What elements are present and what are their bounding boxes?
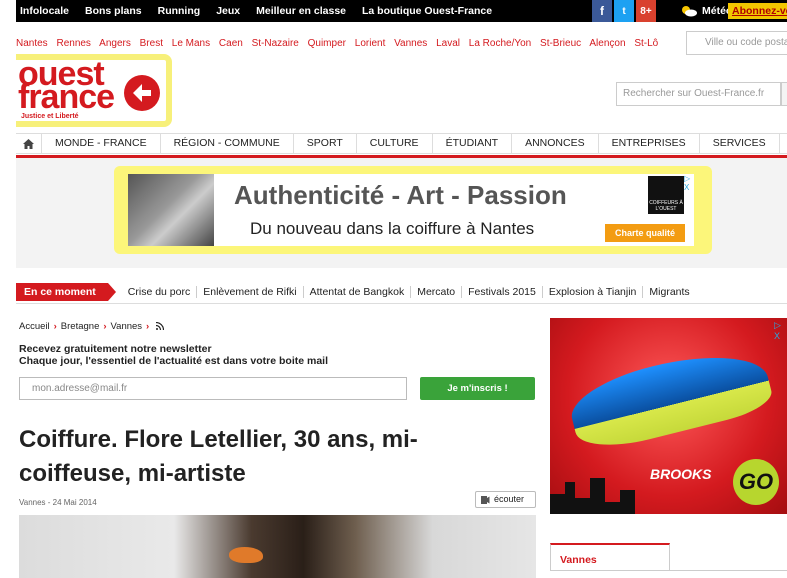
listen-label: écouter <box>494 494 525 504</box>
logo-wordmark: ouest france <box>18 57 115 116</box>
newsletter-email-input[interactable]: mon.adresse@mail.fr <box>19 377 407 400</box>
city-link[interactable]: Lorient <box>355 38 386 49</box>
city-link[interactable]: St-Nazaire <box>252 38 299 49</box>
cities-bar: Nantes Rennes Angers Brest Le Mans Caen … <box>16 38 787 52</box>
google-plus-icon[interactable]: 8+ <box>636 0 656 22</box>
city-link[interactable]: Rennes <box>56 38 90 49</box>
top-link-jeux[interactable]: Jeux <box>208 5 248 17</box>
newsletter-subheading: Chaque jour, l'essentiel de l'actualité … <box>19 355 329 367</box>
trending-label: En ce moment <box>16 283 116 301</box>
trending-topic[interactable]: Crise du porc <box>122 286 198 298</box>
sidebar-ad[interactable]: BROOKS GO ▷ X <box>550 318 787 514</box>
sidebar-tab-rule <box>670 570 787 571</box>
ad-headline: Authenticité - Art - Passion <box>234 180 567 210</box>
trending-topic[interactable]: Attentat de Bangkok <box>304 286 412 298</box>
article-dateline: Vannes - 24 Mai 2014 <box>19 498 97 507</box>
breadcrumb-vannes[interactable]: Vannes <box>111 321 143 332</box>
shoe-image <box>564 339 776 457</box>
city-link[interactable]: Vannes <box>394 38 427 49</box>
article-title: Coiffure. Flore Letellier, 30 ans, mi-co… <box>19 426 418 487</box>
breadcrumb-accueil[interactable]: Accueil <box>19 321 50 332</box>
chevron-right-icon: › <box>53 321 57 332</box>
article-photo <box>19 515 536 578</box>
top-link-meilleur-en-classe[interactable]: Meilleur en classe <box>248 5 354 17</box>
newsletter-heading: Recevez gratuitement notre newsletter <box>19 343 212 355</box>
nav-entreprises[interactable]: ENTREPRISES <box>599 133 700 154</box>
top-link-bons-plans[interactable]: Bons plans <box>77 5 150 17</box>
nav-culture[interactable]: CULTURE <box>357 133 433 154</box>
speaker-icon <box>481 496 490 504</box>
weather-icon <box>682 6 697 17</box>
facebook-icon[interactable]: f <box>592 0 612 22</box>
ad-go-badge: GO <box>733 459 779 505</box>
logo-line-2: france <box>18 78 115 116</box>
site-search-input[interactable]: Rechercher sur Ouest-France.fr <box>616 82 781 106</box>
ad-brand-name: BROOKS <box>650 466 712 482</box>
top-link-running[interactable]: Running <box>150 5 209 17</box>
city-silhouette <box>550 478 635 514</box>
nav-etudiant[interactable]: ÉTUDIANT <box>433 133 513 154</box>
home-icon <box>23 138 34 149</box>
city-link[interactable]: St-Lô <box>634 38 658 49</box>
trending-topic[interactable]: Enlèvement de Rifki <box>197 286 304 298</box>
chevron-right-icon: › <box>103 321 107 332</box>
city-link[interactable]: Alençon <box>589 38 625 49</box>
ad-banner-inner: Authenticité - Art - Passion Du nouveau … <box>128 174 694 246</box>
city-link[interactable]: St-Brieuc <box>540 38 581 49</box>
nav-services[interactable]: SERVICES <box>700 133 780 154</box>
main-nav: MONDE - FRANCE RÉGION - COMMUNE SPORT CU… <box>16 133 787 154</box>
ad-close-icon[interactable]: ▷ X <box>684 174 694 192</box>
top-link-infolocale[interactable]: Infolocale <box>16 5 77 17</box>
breadcrumb: Accueil › Bretagne › Vannes › <box>19 321 164 332</box>
ad-brand-badge: COIFFEURS À L'OUEST <box>648 176 684 214</box>
top-bar: Infolocale Bons plans Running Jeux Meill… <box>16 0 787 22</box>
meteo-link[interactable]: Météo <box>680 0 732 22</box>
trending-divider <box>16 303 787 304</box>
newsletter-subscribe-button[interactable]: Je m'inscris ! <box>420 377 535 400</box>
city-link[interactable]: Angers <box>99 38 131 49</box>
city-link[interactable]: Nantes <box>16 38 48 49</box>
subscribe-link[interactable]: Abonnez-vous <box>728 3 787 19</box>
city-link[interactable]: Le Mans <box>172 38 210 49</box>
trending-bar: En ce moment Crise du porc Enlèvement de… <box>16 283 787 301</box>
nav-region-commune[interactable]: RÉGION - COMMUNE <box>161 133 294 154</box>
sidebar-tab-vannes[interactable]: Vannes <box>550 543 670 571</box>
city-link[interactable]: La Roche/Yon <box>469 38 531 49</box>
nav-sport[interactable]: SPORT <box>294 133 357 154</box>
rss-icon[interactable] <box>155 321 164 331</box>
twitter-icon[interactable]: t <box>614 0 634 22</box>
city-link[interactable]: Laval <box>436 38 460 49</box>
nav-annonces[interactable]: ANNONCES <box>512 133 599 154</box>
city-link[interactable]: Brest <box>140 38 163 49</box>
browser-viewport: Infolocale Bons plans Running Jeux Meill… <box>16 0 787 578</box>
top-link-boutique[interactable]: La boutique Ouest-France <box>354 5 500 17</box>
search-button[interactable] <box>781 82 787 106</box>
trending-topic[interactable]: Explosion à Tianjin <box>543 286 644 298</box>
city-link[interactable]: Caen <box>219 38 243 49</box>
city-link[interactable]: Quimper <box>308 38 346 49</box>
ad-photo <box>128 174 214 246</box>
ad-charte-button[interactable]: Charte qualité <box>605 224 685 242</box>
city-search-input[interactable]: Ville ou code postal <box>686 31 787 55</box>
logo[interactable]: ouest france Justice et Liberté <box>16 54 172 127</box>
nav-monde-france[interactable]: MONDE - FRANCE <box>42 133 161 154</box>
trending-topic[interactable]: Mercato <box>411 286 463 298</box>
trending-topic[interactable]: Migrants <box>643 286 695 298</box>
chevron-right-icon: › <box>146 321 150 332</box>
breadcrumb-bretagne[interactable]: Bretagne <box>61 321 100 332</box>
listen-button[interactable]: écouter <box>475 491 536 508</box>
ad-close-icon[interactable]: ▷ X <box>774 320 787 341</box>
ad-subline: Du nouveau dans la coiffure à Nantes <box>250 219 535 238</box>
bird-ornament <box>229 547 263 563</box>
logo-tagline: Justice et Liberté <box>21 113 79 120</box>
ouest-france-logo-icon <box>124 75 160 111</box>
ad-banner[interactable]: Authenticité - Art - Passion Du nouveau … <box>114 166 712 254</box>
left-margin <box>0 0 16 578</box>
trending-topic[interactable]: Festivals 2015 <box>462 286 543 298</box>
home-nav-item[interactable] <box>16 133 42 154</box>
